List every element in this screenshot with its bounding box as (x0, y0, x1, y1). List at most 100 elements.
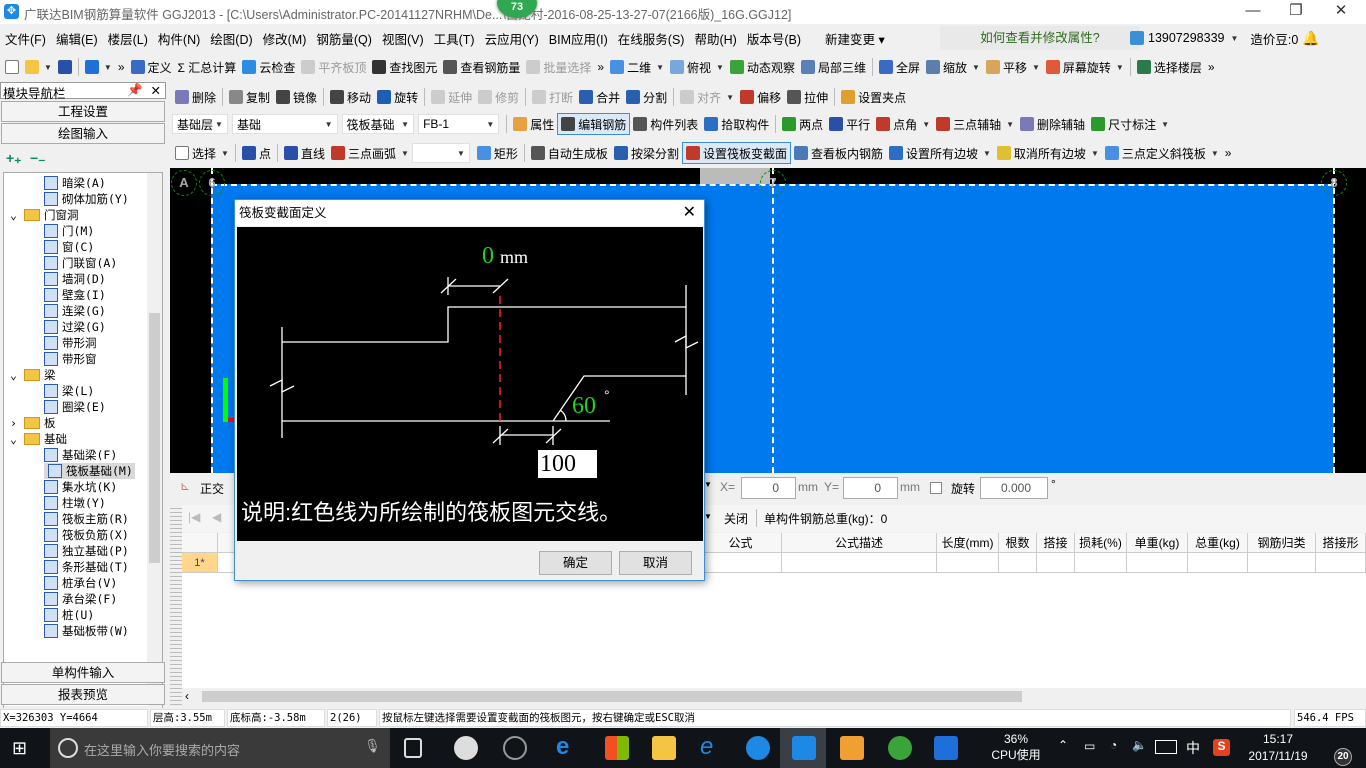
component-select[interactable]: FB-1 ▼ (418, 114, 500, 134)
delete-button[interactable]: 删除 (172, 86, 219, 108)
bell-icon[interactable]: 🔔 (1302, 30, 1319, 47)
define-button[interactable]: 定义 (128, 56, 175, 78)
column-header[interactable]: 根数 (999, 533, 1037, 553)
tree-item[interactable]: 筏板主筋(R) (44, 511, 129, 527)
column-header[interactable]: 公式描述 (782, 533, 937, 553)
split-button[interactable]: 分割 (623, 86, 670, 108)
wifi-icon[interactable]: ◔ (1110, 738, 1117, 752)
cloud-check-button[interactable]: 云检查 (239, 56, 298, 78)
power-icon[interactable]: ▭ (1084, 739, 1095, 753)
menu-item[interactable]: 文件(F) (0, 29, 51, 48)
grid-hscrollbar[interactable]: ‹ (182, 688, 1366, 705)
menu-item[interactable]: 钢筋量(Q) (311, 29, 377, 48)
chevron-right-icon[interactable]: › (10, 416, 20, 430)
tree-item[interactable]: 过梁(G) (44, 319, 106, 335)
chevron-down-icon[interactable]: ▼ (1161, 120, 1169, 129)
save-button[interactable] (55, 56, 75, 78)
edit-rebar-button[interactable]: 编辑钢筋 (557, 113, 631, 135)
chevron-down-icon[interactable]: ▼ (221, 149, 229, 158)
component-select[interactable]: 基础层 ▼ (172, 114, 228, 134)
overflow-button[interactable]: Σ 汇总计算 (175, 56, 240, 78)
panel-close-icon[interactable]: ✕ (151, 83, 161, 98)
point-angle-button[interactable]: 点角 ▼ (873, 113, 933, 135)
task-view-icon[interactable] (404, 738, 422, 758)
cancel-slopes-button[interactable]: 取消所有边坡 ▼ (994, 142, 1102, 164)
variable-section-button[interactable]: 设置筏板变截面 (681, 142, 791, 164)
internet-explorer-icon[interactable]: e (700, 735, 724, 760)
top-view-button[interactable]: 俯视 ▼ (667, 56, 727, 78)
tree-folder[interactable]: › 板 (10, 415, 56, 431)
tree-item[interactable]: 砌体加筋(Y) (44, 191, 129, 207)
column-header[interactable]: 总重(kg) (1188, 533, 1248, 553)
tree-item[interactable]: 基础板带(W) (44, 623, 129, 639)
cortana-icon[interactable] (58, 738, 78, 758)
split-by-beam-button[interactable]: 按梁分割 (611, 142, 682, 164)
cancel-button[interactable]: 取消 (619, 551, 692, 575)
chevron-down-icon[interactable]: ▼ (1211, 149, 1219, 158)
tree-folder[interactable]: ⌄ 基础 (10, 431, 67, 447)
column-header[interactable]: 搭接形 (1316, 533, 1366, 553)
tree-item[interactable]: 柱墩(Y) (44, 495, 106, 511)
properties-button[interactable]: 属性 (510, 113, 557, 135)
table-cell[interactable] (937, 553, 999, 573)
chevron-down-icon[interactable]: ▼ (104, 63, 112, 72)
tree-vscrollbar[interactable] (147, 173, 162, 721)
table-cell[interactable] (999, 553, 1037, 573)
fullscreen-button[interactable]: 全屏 (876, 56, 923, 78)
rotate-screen-button[interactable]: 屏幕旋转 ▼ (1043, 56, 1127, 78)
open-folder-button[interactable]: ▼ (22, 56, 55, 78)
chevron-down-icon[interactable]: ⌄ (10, 368, 20, 382)
column-header[interactable]: 损耗(%) (1075, 533, 1127, 553)
chevron-down-icon[interactable]: ▼ (726, 93, 734, 102)
chevron-down-icon[interactable]: ▼ (457, 149, 465, 158)
chevron-down-icon[interactable]: ⌄ (10, 208, 20, 222)
chevron-down-icon[interactable]: ▼ (1006, 120, 1014, 129)
glasses-button[interactable]: 查看钢筋量 (440, 56, 523, 78)
tree-item[interactable]: 带形窗 (44, 351, 97, 367)
fan-app-icon[interactable] (454, 736, 478, 760)
offset-value[interactable]: 0 (482, 243, 494, 270)
help-link[interactable]: 如何查看并修改属性? (940, 26, 1140, 50)
close-grid-button[interactable]: 关闭 (724, 510, 748, 527)
menu-item[interactable]: 修改(M) (258, 29, 312, 48)
chevron-down-icon[interactable]: ▼ (922, 120, 930, 129)
tree-item[interactable]: 桩承台(V) (44, 575, 117, 591)
two-point-button[interactable]: 两点 (779, 113, 826, 135)
move-button[interactable]: 移动 (327, 86, 374, 108)
microphone-icon[interactable]: 🎙 (364, 738, 381, 754)
tree-item[interactable]: 条形基础(T) (44, 559, 129, 575)
auto-slab-button[interactable]: 自动生成板 (528, 142, 611, 164)
chevron-down-icon[interactable]: ▼ (325, 120, 333, 129)
project-settings-button[interactable]: 工程设置 (1, 101, 165, 122)
column-header[interactable]: 单重(kg) (1127, 533, 1188, 553)
column-header[interactable]: 钢筋归类 (1248, 533, 1316, 553)
single-component-input-button[interactable]: 单构件输入 (1, 662, 165, 683)
glodon-app-icon[interactable] (746, 736, 770, 760)
tree-item[interactable]: 墙洞(D) (44, 271, 106, 287)
parallel-button[interactable]: 平行 (826, 113, 873, 135)
menu-item[interactable]: 工具(T) (429, 29, 480, 48)
rotate-checkbox[interactable] (930, 482, 942, 494)
angle-value[interactable]: 60 (572, 393, 596, 420)
tree-item[interactable]: 暗梁(A) (44, 175, 106, 191)
component-select[interactable]: 筏板基础 ▼ (341, 114, 415, 134)
volume-icon[interactable]: 🔈 (1132, 738, 1147, 752)
x-offset-input[interactable]: 0 (741, 477, 796, 499)
trim-button[interactable]: 修剪 (475, 86, 522, 108)
green-browser-icon[interactable] (888, 736, 912, 760)
tree-item[interactable]: 梁(L) (44, 383, 94, 399)
grip-button[interactable]: 设置夹点 (838, 86, 909, 108)
notes-app-icon[interactable] (840, 736, 864, 760)
pointer-button[interactable]: 选择 ▼ (172, 142, 232, 164)
chevron-down-icon[interactable]: ▼ (401, 149, 409, 158)
overflow-button[interactable]: » (115, 56, 128, 78)
expand-all-icon[interactable]: +₊ (6, 150, 22, 167)
set-slopes-button[interactable]: 设置所有边坡 ▼ (886, 142, 994, 164)
tree-item[interactable]: 基础梁(F) (44, 447, 117, 463)
tray-chevron-up-icon[interactable]: ⌃ (1058, 738, 1068, 752)
table-cell[interactable] (1075, 553, 1127, 573)
2d-button[interactable]: 二维 ▼ (607, 56, 667, 78)
tree-item[interactable]: 门(M) (44, 223, 94, 239)
minimize-button[interactable]: — (1230, 0, 1276, 24)
chevron-down-icon[interactable]: ▼ (704, 512, 712, 521)
